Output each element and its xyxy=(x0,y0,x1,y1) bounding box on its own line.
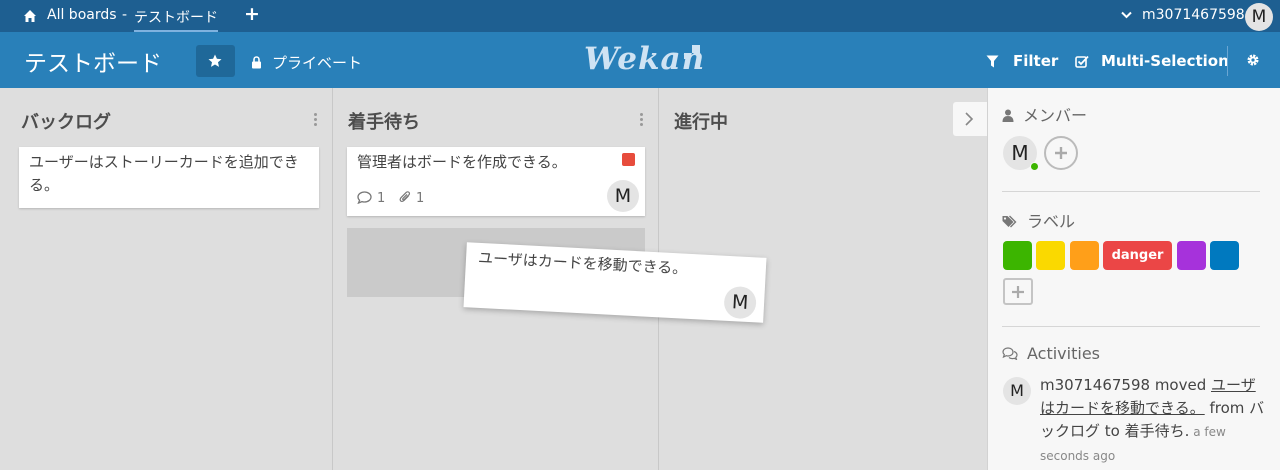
activity-avatar[interactable]: M xyxy=(1003,377,1031,405)
multi-selection-label: Multi-Selection xyxy=(1101,52,1229,70)
chevron-right-icon xyxy=(965,112,974,126)
members-heading: メンバー xyxy=(1002,102,1087,126)
user-icon xyxy=(1002,109,1014,122)
activities-heading: Activities xyxy=(1002,344,1100,363)
filter-label: Filter xyxy=(1013,52,1059,70)
card-label xyxy=(622,153,635,166)
comment-icon xyxy=(357,191,372,205)
breadcrumb-separator: - xyxy=(122,7,128,23)
logo-square xyxy=(692,45,700,53)
paperclip-icon xyxy=(399,191,411,203)
add-member-button[interactable] xyxy=(1044,136,1078,170)
activity-verb: moved xyxy=(1150,376,1211,394)
comments-badge: 1 xyxy=(357,187,385,210)
star-icon xyxy=(208,54,222,67)
card-title: ユーザはカードを移動できる。 xyxy=(477,248,688,278)
activity-from: from xyxy=(1204,399,1250,417)
tags-icon xyxy=(1002,215,1017,228)
label-yellow[interactable] xyxy=(1036,241,1065,270)
online-status-dot xyxy=(1030,162,1039,171)
multi-selection-button[interactable]: Multi-Selection xyxy=(1075,52,1229,70)
label-purple[interactable] xyxy=(1177,241,1206,270)
list-title[interactable]: バックログ xyxy=(21,108,111,134)
header-divider xyxy=(1227,46,1228,76)
label-blue[interactable] xyxy=(1210,241,1239,270)
plus-icon xyxy=(1055,147,1067,159)
card-member-avatar[interactable]: M xyxy=(607,180,639,212)
checkbox-icon xyxy=(1075,55,1089,68)
activity-item: m3071467598 moved ユーザはカードを移動できる。 from バッ… xyxy=(1040,374,1270,468)
labels-title: ラベル xyxy=(1027,212,1076,231)
top-bar: All boards - テストボード + m3071467598 M xyxy=(0,0,1280,32)
user-menu[interactable]: m3071467598 xyxy=(1142,7,1245,23)
activity-to-list: 着手待ち. xyxy=(1124,422,1190,440)
lock-icon xyxy=(252,56,261,69)
chevron-down-icon[interactable] xyxy=(1121,11,1132,19)
current-board-tab[interactable]: テストボード xyxy=(134,7,218,32)
list-menu-icon[interactable] xyxy=(314,113,318,128)
all-boards-link[interactable]: All boards xyxy=(47,7,117,23)
list-card[interactable]: 管理者はボードを作成できる。 1 1 M xyxy=(347,147,645,216)
add-board-button[interactable]: + xyxy=(244,3,260,25)
label-green[interactable] xyxy=(1003,241,1032,270)
sidebar-divider xyxy=(1002,191,1260,192)
sidebar: メンバー M ラベル danger Activities M m30714675… xyxy=(987,88,1280,470)
activities-title: Activities xyxy=(1027,344,1100,363)
add-label-button[interactable] xyxy=(1003,278,1033,305)
label-orange[interactable] xyxy=(1070,241,1099,270)
list-menu-icon[interactable] xyxy=(640,113,644,128)
sidebar-collapse-button[interactable] xyxy=(953,102,987,136)
activity-to: to xyxy=(1100,422,1125,440)
activity-user[interactable]: m3071467598 xyxy=(1040,376,1150,394)
plus-icon xyxy=(1012,286,1024,298)
sidebar-divider xyxy=(1002,326,1260,327)
members-title: メンバー xyxy=(1023,106,1088,125)
logo-square xyxy=(684,53,690,59)
star-board-button[interactable] xyxy=(196,45,235,77)
label-danger[interactable]: danger xyxy=(1103,241,1172,270)
home-icon[interactable] xyxy=(23,9,37,23)
filter-button[interactable]: Filter xyxy=(986,52,1058,70)
attachments-count: 1 xyxy=(416,191,425,206)
list-backlog: バックログ ユーザーはストーリーカードを追加できる。 xyxy=(0,88,333,470)
list-title[interactable]: 着手待ち xyxy=(348,108,420,134)
privacy-label: プライベート xyxy=(272,54,363,72)
list-title[interactable]: 進行中 xyxy=(674,108,728,134)
board-header: テストボード プライベート Wekan Filter Multi-Selecti… xyxy=(0,32,1280,88)
user-avatar[interactable]: M xyxy=(1245,3,1273,31)
card-member-avatar[interactable]: M xyxy=(723,285,757,320)
comments-icon xyxy=(1002,347,1018,361)
card-title: 管理者はボードを作成できる。 xyxy=(357,153,567,171)
privacy-toggle[interactable]: プライベート xyxy=(251,52,362,73)
gear-icon[interactable] xyxy=(1246,53,1260,67)
comments-count: 1 xyxy=(377,191,386,206)
attachments-badge: 1 xyxy=(399,187,424,210)
board-title[interactable]: テストボード xyxy=(24,44,162,78)
list-card[interactable]: ユーザーはストーリーカードを追加できる。 xyxy=(19,147,319,208)
labels-heading: ラベル xyxy=(1002,208,1075,232)
filter-icon xyxy=(986,55,999,68)
wekan-logo: Wekan xyxy=(584,41,706,77)
card-title: ユーザーはストーリーカードを追加できる。 xyxy=(29,153,299,194)
